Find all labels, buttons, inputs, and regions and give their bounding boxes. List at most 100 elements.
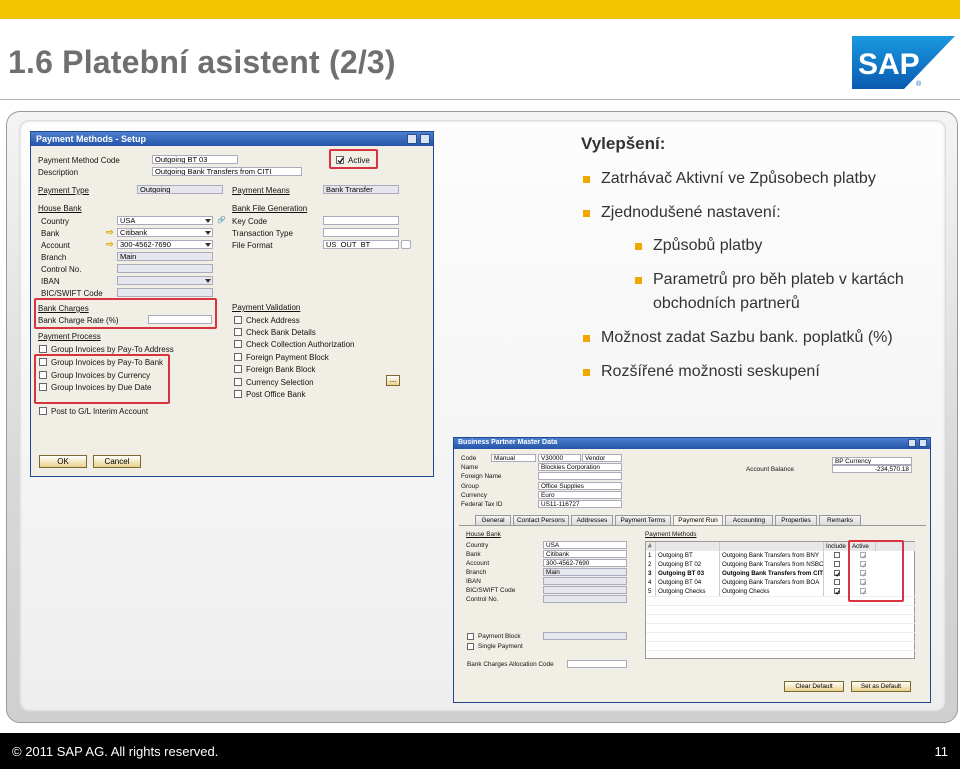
- bp-account-field[interactable]: 300-4562-7690: [543, 559, 627, 567]
- bp-close-button[interactable]: [919, 439, 927, 447]
- bp-tab-payment-run[interactable]: Payment Run: [673, 515, 723, 525]
- foreign-block-checkbox[interactable]: [234, 353, 242, 361]
- desc-field[interactable]: Outgoing Bank Transfers from CITI: [152, 167, 302, 176]
- bp-country-field[interactable]: USA: [543, 541, 627, 549]
- bp-taxid-label: Federal Tax ID: [461, 501, 503, 508]
- include-checkbox[interactable]: [834, 552, 840, 558]
- bp-tab-general[interactable]: General: [475, 515, 511, 525]
- cancel-button[interactable]: Cancel: [93, 455, 141, 468]
- bp-name-label: Name: [461, 464, 479, 471]
- account-field[interactable]: 300-4562-7690: [117, 240, 213, 249]
- bullet-2b-cont: obchodních partnerů: [653, 295, 800, 312]
- bp-currency-label: Currency: [461, 492, 487, 499]
- grp-payto-addr-checkbox[interactable]: [39, 345, 47, 353]
- bp-foreign-field[interactable]: [538, 472, 622, 480]
- bp-window-title: Business Partner Master Data: [454, 438, 930, 449]
- bp-type-field[interactable]: Vendor: [582, 454, 622, 462]
- trans-type-field[interactable]: [323, 228, 399, 237]
- bp-master-window: Business Partner Master Data Code Manual…: [453, 437, 931, 703]
- grid-row-empty: [646, 632, 916, 641]
- bp-name-field[interactable]: Blockies Corporation: [538, 463, 622, 471]
- bank-link-arrow-icon[interactable]: ⇨: [106, 227, 114, 238]
- currency-selection-button[interactable]: ...: [386, 375, 400, 386]
- payment-block-field[interactable]: [543, 632, 627, 640]
- bp-tab-payment-terms[interactable]: Payment Terms: [615, 515, 671, 525]
- foreign-block-label: Foreign Payment Block: [246, 353, 329, 362]
- iban-dropdown-icon[interactable]: [205, 279, 211, 283]
- clear-default-button[interactable]: Clear Default: [784, 681, 844, 692]
- bp-tab-properties[interactable]: Properties: [775, 515, 817, 525]
- payment-process-heading: Payment Process: [38, 332, 101, 341]
- file-format-field[interactable]: US_OUT_BT: [323, 240, 399, 249]
- row-desc: Outgoing Bank Transfers from BOA: [720, 578, 824, 587]
- bank-dropdown-icon[interactable]: [205, 231, 211, 235]
- house-bank-heading: House Bank: [38, 204, 82, 213]
- foreign-bank-checkbox[interactable]: [234, 365, 242, 373]
- bp-iban-field[interactable]: [543, 577, 627, 585]
- bfg-heading: Bank File Generation: [232, 204, 308, 213]
- currency-selection-checkbox[interactable]: [234, 378, 242, 386]
- check-collection-checkbox[interactable]: [234, 340, 242, 348]
- include-checkbox[interactable]: [834, 588, 840, 595]
- bp-branch-field[interactable]: Main: [543, 568, 627, 576]
- file-format-list-icon[interactable]: [401, 240, 411, 249]
- type-label: Payment Type: [38, 186, 89, 195]
- iban-field[interactable]: [117, 276, 213, 285]
- title-rule: [0, 99, 960, 100]
- bp-bic-field[interactable]: [543, 586, 627, 594]
- slide-title: 1.6 Platební asistent (2/3): [8, 44, 396, 80]
- footer-copyright: © 2011 SAP AG. All rights reserved.: [12, 744, 219, 759]
- bp-control-field[interactable]: [543, 595, 627, 603]
- bp-tab-remarks[interactable]: Remarks: [819, 515, 861, 525]
- bp-minimize-button[interactable]: [908, 439, 916, 447]
- bic-label: BIC/SWIFT Code: [41, 289, 103, 298]
- set-default-button[interactable]: Set as Default: [851, 681, 911, 692]
- alloc-field[interactable]: [567, 660, 627, 668]
- check-bank-checkbox[interactable]: [234, 328, 242, 336]
- means-field[interactable]: Bank Transfer: [323, 185, 399, 194]
- type-field[interactable]: Outgoing: [137, 185, 223, 194]
- account-dropdown-icon[interactable]: [205, 243, 211, 247]
- account-link-arrow-icon[interactable]: ⇨: [106, 239, 114, 250]
- control-field[interactable]: [117, 264, 213, 273]
- bp-currency-select[interactable]: BP Currency: [832, 457, 912, 465]
- payment-block-checkbox[interactable]: [467, 633, 474, 640]
- bp-bank-field[interactable]: Citibank: [543, 550, 627, 558]
- row-code: Outgoing BT 02: [656, 560, 720, 569]
- include-checkbox[interactable]: [834, 579, 840, 585]
- include-checkbox[interactable]: [834, 570, 840, 577]
- row-desc: Outgoing Checks: [720, 587, 824, 596]
- bp-code-mode-field[interactable]: Manual: [491, 454, 536, 462]
- include-checkbox[interactable]: [834, 561, 840, 567]
- row-code: Outgoing Checks: [656, 587, 720, 596]
- bp-balance-field[interactable]: -234,570.18: [832, 465, 912, 473]
- row-number: 3: [646, 569, 656, 578]
- code-field[interactable]: Outgoing BT 03: [152, 155, 238, 164]
- bp-code-field[interactable]: V30000: [538, 454, 581, 462]
- post-office-checkbox[interactable]: [234, 390, 242, 398]
- ok-button[interactable]: OK: [39, 455, 87, 468]
- close-button[interactable]: [420, 134, 430, 144]
- bp-tab-addresses[interactable]: Addresses: [571, 515, 613, 525]
- single-payment-checkbox[interactable]: [467, 643, 474, 650]
- post-gl-checkbox[interactable]: [39, 407, 47, 415]
- bp-branch-label: Branch: [466, 569, 487, 576]
- bp-account-label: Account: [466, 560, 490, 567]
- minimize-button[interactable]: [407, 134, 417, 144]
- bic-field[interactable]: [117, 288, 213, 297]
- bank-field[interactable]: Citibank: [117, 228, 213, 237]
- bp-taxid-field[interactable]: US11-116727: [538, 500, 622, 508]
- branch-field[interactable]: Main: [117, 252, 213, 261]
- bp-tab-contact-persons[interactable]: Contact Persons: [513, 515, 569, 525]
- page-number: 11: [934, 744, 949, 759]
- bp-tab-accounting[interactable]: Accounting: [725, 515, 773, 525]
- active-highlight: [329, 149, 378, 169]
- single-payment-label: Single Payment: [478, 643, 523, 650]
- bullet-4: Rozšířené možnosti seskupení: [581, 362, 820, 382]
- key-code-field[interactable]: [323, 216, 399, 225]
- country-dropdown-icon[interactable]: [205, 219, 211, 223]
- bp-currency-field[interactable]: Euro: [538, 491, 622, 499]
- bp-group-field[interactable]: Office Supplies: [538, 482, 622, 490]
- country-field[interactable]: USA: [117, 216, 213, 225]
- check-address-checkbox[interactable]: [234, 316, 242, 324]
